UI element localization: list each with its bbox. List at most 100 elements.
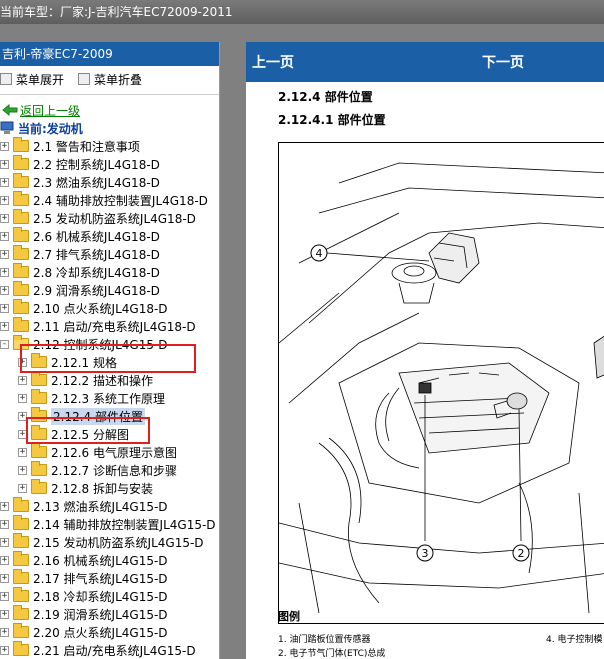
tree-item-label[interactable]: 2.13 燃油系统JL4G15-D [33, 498, 168, 515]
expand-toggle-icon[interactable]: + [0, 321, 9, 331]
folder-icon [31, 479, 47, 494]
tree-item[interactable]: +2.1 警告和注意事项 [0, 137, 219, 155]
callout-3-text: 3 [422, 547, 429, 560]
expand-toggle-icon[interactable]: + [0, 285, 9, 295]
back-link[interactable]: 返回上一级 [20, 102, 80, 119]
expand-toggle-icon[interactable]: + [0, 573, 9, 583]
page-nav-bar: 上一页 下一页 [246, 42, 604, 82]
expand-toggle-icon[interactable]: + [0, 645, 9, 655]
tree-item[interactable]: +2.7 排气系统JL4G18-D [0, 245, 219, 263]
tree-item[interactable]: +2.12.8 拆卸与安装 [0, 479, 219, 497]
component-location-figure: 4 3 2 [278, 142, 604, 624]
tree-item-label[interactable]: 2.19 润滑系统JL4G15-D [33, 606, 168, 623]
tree-item[interactable]: +2.8 冷却系统JL4G18-D [0, 263, 219, 281]
expand-toggle-icon[interactable]: + [0, 627, 9, 637]
tree-item-label[interactable]: 2.14 辅助排放控制装置JL4G15-D [33, 516, 216, 533]
expand-toggle-icon[interactable]: + [0, 519, 9, 529]
tree-item[interactable]: +2.12.3 系统工作原理 [0, 389, 219, 407]
tree-item-label[interactable]: 2.8 冷却系统JL4G18-D [33, 264, 160, 281]
expand-toggle-icon[interactable]: + [0, 267, 9, 277]
folder-icon [13, 173, 29, 188]
expand-toggle-icon[interactable]: + [0, 501, 9, 511]
tree-item[interactable]: +2.2 控制系统JL4G18-D [0, 155, 219, 173]
tree-item-label[interactable]: 2.18 冷却系统JL4G15-D [33, 588, 168, 605]
tree-item[interactable]: +2.14 辅助排放控制装置JL4G15-D [0, 515, 219, 533]
toolbar-gap [0, 24, 604, 42]
tree-item-label[interactable]: 2.9 润滑系统JL4G18-D [33, 282, 160, 299]
tree-item-label[interactable]: 2.16 机械系统JL4G15-D [33, 552, 168, 569]
tree-item[interactable]: +2.20 点火系统JL4G15-D [0, 623, 219, 641]
expand-toggle-icon[interactable]: + [0, 591, 9, 601]
expand-toggle-icon[interactable]: + [0, 231, 9, 241]
tree-item[interactable]: +2.5 发动机防盗系统JL4G18-D [0, 209, 219, 227]
expand-all-label: 菜单展开 [16, 72, 65, 87]
folder-icon [13, 263, 29, 278]
tree-item-label[interactable]: 2.15 发动机防盗系统JL4G15-D [33, 534, 204, 551]
tree-item-label[interactable]: 2.12.8 拆卸与安装 [51, 480, 153, 497]
tree-item-label[interactable]: 2.12.3 系统工作原理 [51, 390, 165, 407]
tree-item[interactable]: +2.12.2 描述和操作 [0, 371, 219, 389]
expand-toggle-icon[interactable]: + [0, 537, 9, 547]
tree-item[interactable]: +2.3 燃油系统JL4G18-D [0, 173, 219, 191]
tree-item-label[interactable]: 2.20 点火系统JL4G15-D [33, 624, 168, 641]
current-node: 当前:发动机 [0, 119, 219, 137]
expand-toggle-icon[interactable]: + [0, 303, 9, 313]
collapse-toggle-icon[interactable]: - [0, 339, 9, 349]
tree-item[interactable]: +2.12.7 诊断信息和步骤 [0, 461, 219, 479]
tree-item-label[interactable]: 2.3 燃油系统JL4G18-D [33, 174, 160, 191]
expand-toggle-icon[interactable]: + [18, 447, 27, 457]
sidebar-header: 吉利-帝豪EC7-2009 [0, 42, 219, 66]
expand-all-button[interactable]: 菜单展开 [0, 71, 64, 88]
folder-icon [13, 533, 29, 548]
tree-item[interactable]: +2.15 发动机防盗系统JL4G15-D [0, 533, 219, 551]
next-page-button[interactable]: 下一页 [482, 52, 524, 72]
tree-item-label[interactable]: 2.4 辅助排放控制装置JL4G18-D [33, 192, 208, 209]
expand-toggle-icon[interactable]: + [0, 195, 9, 205]
collapse-all-button[interactable]: 菜单折叠 [78, 71, 142, 88]
expand-toggle-icon[interactable]: + [18, 393, 27, 403]
expand-toggle-icon[interactable]: + [0, 159, 9, 169]
expand-toggle-icon[interactable]: + [0, 213, 9, 223]
expand-toggle-icon[interactable]: + [18, 483, 27, 493]
tree-item-label[interactable]: 2.2 控制系统JL4G18-D [33, 156, 160, 173]
tree-item-label[interactable]: 2.21 启动/充电系统JL4G15-D [33, 642, 196, 659]
tree-item-label[interactable]: 2.7 排气系统JL4G18-D [33, 246, 160, 263]
expand-toggle-icon[interactable]: + [0, 141, 9, 151]
tree-item[interactable]: +2.21 启动/充电系统JL4G15-D [0, 641, 219, 659]
expand-toggle-icon[interactable]: + [0, 555, 9, 565]
section-title: 2.12.4 部件位置 [278, 90, 373, 104]
tree-item[interactable]: +2.9 润滑系统JL4G18-D [0, 281, 219, 299]
back-link-row[interactable]: 返回上一级 [0, 101, 219, 119]
tree-item-label[interactable]: 2.11 启动/充电系统JL4G18-D [33, 318, 196, 335]
tree-item-label[interactable]: 2.5 发动机防盗系统JL4G18-D [33, 210, 196, 227]
panel-splitter[interactable] [220, 42, 246, 659]
tree-item[interactable]: +2.10 点火系统JL4G18-D [0, 299, 219, 317]
tree-item-label[interactable]: 2.17 排气系统JL4G15-D [33, 570, 168, 587]
tree-item-label[interactable]: 2.12.2 描述和操作 [51, 372, 153, 389]
divider [0, 94, 219, 95]
highlight-box-2-12 [20, 344, 196, 373]
tree-item[interactable]: +2.11 启动/充电系统JL4G18-D [0, 317, 219, 335]
tree-item[interactable]: +2.16 机械系统JL4G15-D [0, 551, 219, 569]
tree-item[interactable]: +2.6 机械系统JL4G18-D [0, 227, 219, 245]
folder-icon [13, 155, 29, 170]
tree-item[interactable]: +2.13 燃油系统JL4G15-D [0, 497, 219, 515]
tree-item[interactable]: +2.17 排气系统JL4G15-D [0, 569, 219, 587]
tree-item-label[interactable]: 2.12.6 电气原理示意图 [51, 444, 177, 461]
tree-item-label[interactable]: 2.10 点火系统JL4G18-D [33, 300, 168, 317]
tree-item[interactable]: +2.19 润滑系统JL4G15-D [0, 605, 219, 623]
prev-page-button[interactable]: 上一页 [252, 52, 294, 72]
tree-item-label[interactable]: 2.6 机械系统JL4G18-D [33, 228, 160, 245]
callout-2-text: 2 [518, 547, 525, 560]
tree-item[interactable]: +2.4 辅助排放控制装置JL4G18-D [0, 191, 219, 209]
expand-toggle-icon[interactable]: + [18, 465, 27, 475]
tree-item-label[interactable]: 2.12.7 诊断信息和步骤 [51, 462, 177, 479]
tree-item-label[interactable]: 2.1 警告和注意事项 [33, 138, 140, 155]
expand-toggle-icon[interactable]: + [0, 609, 9, 619]
expand-toggle-icon[interactable]: + [18, 375, 27, 385]
expand-toggle-icon[interactable]: + [0, 177, 9, 187]
expand-toggle-icon[interactable]: + [0, 249, 9, 259]
tree-item[interactable]: +2.18 冷却系统JL4G15-D [0, 587, 219, 605]
folder-icon [31, 389, 47, 404]
tree-item[interactable]: +2.12.6 电气原理示意图 [0, 443, 219, 461]
